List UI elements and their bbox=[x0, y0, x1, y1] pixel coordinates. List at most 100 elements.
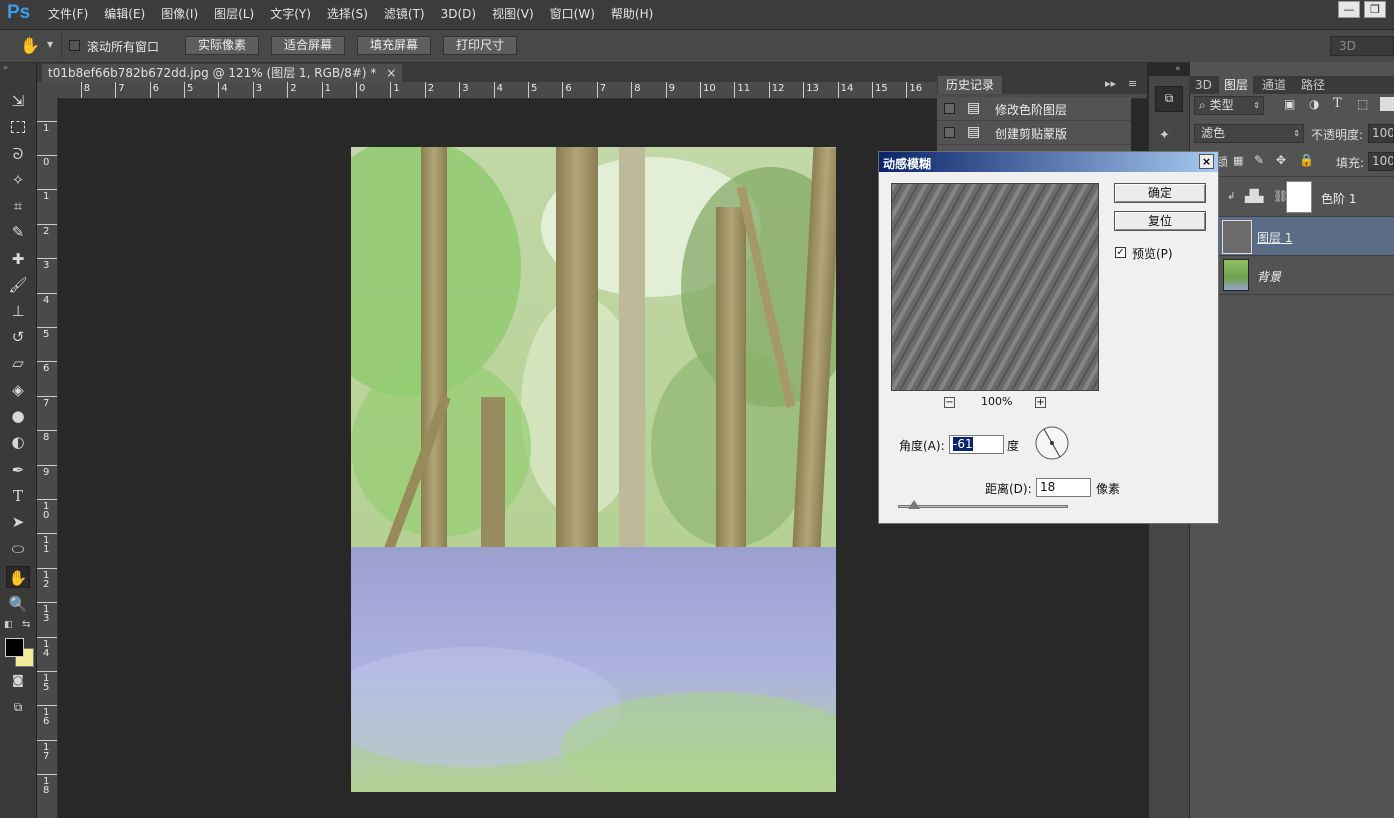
lock-all-icon[interactable]: 🔒 bbox=[1299, 153, 1314, 167]
lasso-tool-icon[interactable]: ᘐ bbox=[6, 143, 30, 165]
filter-adjustment-icon[interactable]: ◑ bbox=[1309, 97, 1319, 111]
close-icon[interactable]: × bbox=[1199, 154, 1214, 169]
foreground-color-swatch[interactable] bbox=[5, 638, 24, 657]
angle-input[interactable]: -61 bbox=[949, 435, 1004, 454]
zoom-in-button[interactable]: + bbox=[1035, 397, 1046, 408]
menu-help[interactable]: 帮助(H) bbox=[603, 0, 661, 29]
pen-tool-icon[interactable]: ✒ bbox=[6, 459, 30, 481]
filter-smart-object-icon[interactable] bbox=[1380, 97, 1394, 111]
menu-filter[interactable]: 滤镜(T) bbox=[376, 0, 433, 29]
ruler-left-label: 5 bbox=[43, 329, 50, 340]
ellipse-tool-icon[interactable]: ⬭ bbox=[6, 538, 30, 560]
tab-paths[interactable]: 路径 bbox=[1296, 76, 1330, 94]
ruler-top-label: 7 bbox=[118, 83, 125, 94]
history-tab[interactable]: 历史记录 bbox=[938, 76, 1003, 94]
blend-mode-select[interactable]: 滤色 ⇕ bbox=[1194, 124, 1304, 143]
hand-tool-icon[interactable]: ✋ bbox=[6, 566, 30, 588]
zoom-tool-icon[interactable]: 🔍 bbox=[6, 593, 30, 615]
dodge-tool-icon[interactable]: ◐ bbox=[6, 431, 30, 453]
filter-shape-icon[interactable]: ⬚ bbox=[1357, 97, 1368, 111]
distance-slider-track[interactable] bbox=[898, 505, 1068, 508]
filter-pixel-icon[interactable]: ▣ bbox=[1284, 97, 1295, 111]
history-brush-tool-icon[interactable]: ↺ bbox=[6, 326, 30, 348]
fill-field[interactable]: 100 bbox=[1368, 152, 1394, 171]
layer-row-levels[interactable]: ↲ ▟▙ ⛓ 色阶 1 bbox=[1189, 178, 1394, 217]
close-document-icon[interactable]: × bbox=[386, 66, 396, 80]
layer-mask-thumbnail[interactable] bbox=[1286, 181, 1312, 213]
menu-file[interactable]: 文件(F) bbox=[40, 0, 96, 29]
collapse-arrows-icon[interactable]: « bbox=[1175, 64, 1181, 74]
menu-select[interactable]: 选择(S) bbox=[319, 0, 376, 29]
reset-button[interactable]: 复位 bbox=[1114, 211, 1206, 231]
menu-window[interactable]: 窗口(W) bbox=[542, 0, 603, 29]
layer-row-background[interactable]: 背景 bbox=[1189, 256, 1394, 295]
history-snapshot-checkbox[interactable] bbox=[944, 127, 955, 138]
filter-type-icon[interactable]: T bbox=[1333, 96, 1342, 111]
tool-presets-icon[interactable]: ✦ bbox=[1159, 128, 1170, 143]
tool-preset-chevron-icon[interactable]: ▼ bbox=[47, 40, 53, 49]
scroll-all-checkbox[interactable] bbox=[69, 40, 80, 51]
menu-edit[interactable]: 编辑(E) bbox=[96, 0, 153, 29]
menu-3d[interactable]: 3D(D) bbox=[433, 0, 484, 29]
tab-channels[interactable]: 通道 bbox=[1257, 76, 1291, 94]
magic-wand-tool-icon[interactable]: ✧ bbox=[6, 169, 30, 191]
quick-mask-icon[interactable]: ◙ bbox=[6, 669, 30, 691]
marquee-tool-icon[interactable] bbox=[6, 117, 30, 139]
filter-preview[interactable] bbox=[891, 183, 1099, 391]
brush-tool-icon[interactable]: 🖌 bbox=[6, 274, 30, 296]
crop-tool-icon[interactable]: ⌗ bbox=[6, 195, 30, 217]
fit-screen-button[interactable]: 适合屏幕 bbox=[271, 36, 346, 55]
blur-tool-icon[interactable]: ● bbox=[6, 405, 30, 427]
history-item[interactable]: ▤ 修改色阶图层 bbox=[937, 97, 1131, 121]
menu-layer[interactable]: 图层(L) bbox=[206, 0, 262, 29]
ok-button[interactable]: 确定 bbox=[1114, 183, 1206, 203]
canvas-image[interactable] bbox=[351, 147, 836, 792]
lock-pixels-icon[interactable]: ✎ bbox=[1254, 153, 1264, 167]
actual-pixels-button[interactable]: 实际像素 bbox=[185, 36, 260, 55]
print-size-button[interactable]: 打印尺寸 bbox=[443, 36, 518, 55]
vertical-ruler[interactable]: 101234567891 01 11 21 31 41 51 61 71 8 bbox=[37, 98, 58, 818]
preview-checkbox[interactable]: ✓ bbox=[1115, 247, 1126, 258]
angle-dial[interactable] bbox=[1035, 426, 1069, 460]
healing-brush-tool-icon[interactable]: ✚ bbox=[6, 248, 30, 270]
default-colors-icon[interactable]: ◧ bbox=[4, 620, 13, 630]
tab-3d[interactable]: 3D bbox=[1190, 76, 1217, 94]
opacity-field[interactable]: 100 bbox=[1368, 124, 1394, 143]
lock-transparency-icon[interactable]: ▦ bbox=[1233, 154, 1243, 167]
tab-layers[interactable]: 图层 bbox=[1219, 76, 1254, 94]
screen-mode-icon[interactable]: ⧉ bbox=[6, 696, 30, 718]
move-tool-icon[interactable]: ⇲ bbox=[6, 90, 30, 112]
minimize-button[interactable]: — bbox=[1338, 1, 1360, 18]
distance-input[interactable]: 18 bbox=[1036, 478, 1091, 497]
layer-filter-select[interactable]: ⌕ 类型 ⇕ bbox=[1194, 96, 1264, 115]
eraser-tool-icon[interactable]: ▱ bbox=[6, 352, 30, 374]
document-tab[interactable]: t01b8ef66b782b672dd.jpg @ 121% (图层 1, RG… bbox=[42, 64, 403, 82]
workspace-select[interactable]: 3D bbox=[1330, 36, 1394, 56]
history-panel-icon[interactable]: ⧉ bbox=[1155, 86, 1183, 112]
layer-thumbnail[interactable] bbox=[1223, 259, 1249, 291]
distance-slider-thumb[interactable] bbox=[908, 500, 920, 509]
ruler-left-label: 1 8 bbox=[43, 776, 50, 797]
history-item[interactable]: ▤ 创建剪贴蒙版 bbox=[937, 121, 1131, 145]
restore-button[interactable]: ❐ bbox=[1364, 1, 1386, 18]
layer-thumbnail[interactable] bbox=[1222, 220, 1252, 254]
swap-colors-icon[interactable]: ⇆ bbox=[22, 619, 30, 630]
type-tool-icon[interactable]: T bbox=[6, 485, 30, 507]
menu-view[interactable]: 视图(V) bbox=[484, 0, 542, 29]
eyedropper-tool-icon[interactable]: ✎ bbox=[6, 221, 30, 243]
collapse-arrows-icon[interactable]: » bbox=[3, 63, 8, 72]
hand-tool-icon[interactable]: ✋ bbox=[20, 36, 40, 55]
panel-menu-icon[interactable]: ≡ bbox=[1128, 77, 1137, 90]
paint-bucket-tool-icon[interactable]: ◈ bbox=[6, 379, 30, 401]
dialog-title-bar[interactable]: 动感模糊 × bbox=[879, 152, 1218, 172]
path-selection-tool-icon[interactable]: ➤ bbox=[6, 511, 30, 533]
zoom-out-button[interactable]: − bbox=[944, 397, 955, 408]
history-snapshot-checkbox[interactable] bbox=[944, 103, 955, 114]
menu-image[interactable]: 图像(I) bbox=[153, 0, 206, 29]
menu-type[interactable]: 文字(Y) bbox=[262, 0, 319, 29]
panel-expand-icon[interactable]: ▸▸ bbox=[1105, 77, 1116, 90]
lock-position-icon[interactable]: ✥ bbox=[1276, 153, 1286, 167]
fill-screen-button[interactable]: 填充屏幕 bbox=[357, 36, 432, 55]
clone-stamp-tool-icon[interactable]: ⊥ bbox=[6, 300, 30, 322]
layer-row-layer1[interactable]: 图层 1 bbox=[1189, 217, 1394, 256]
